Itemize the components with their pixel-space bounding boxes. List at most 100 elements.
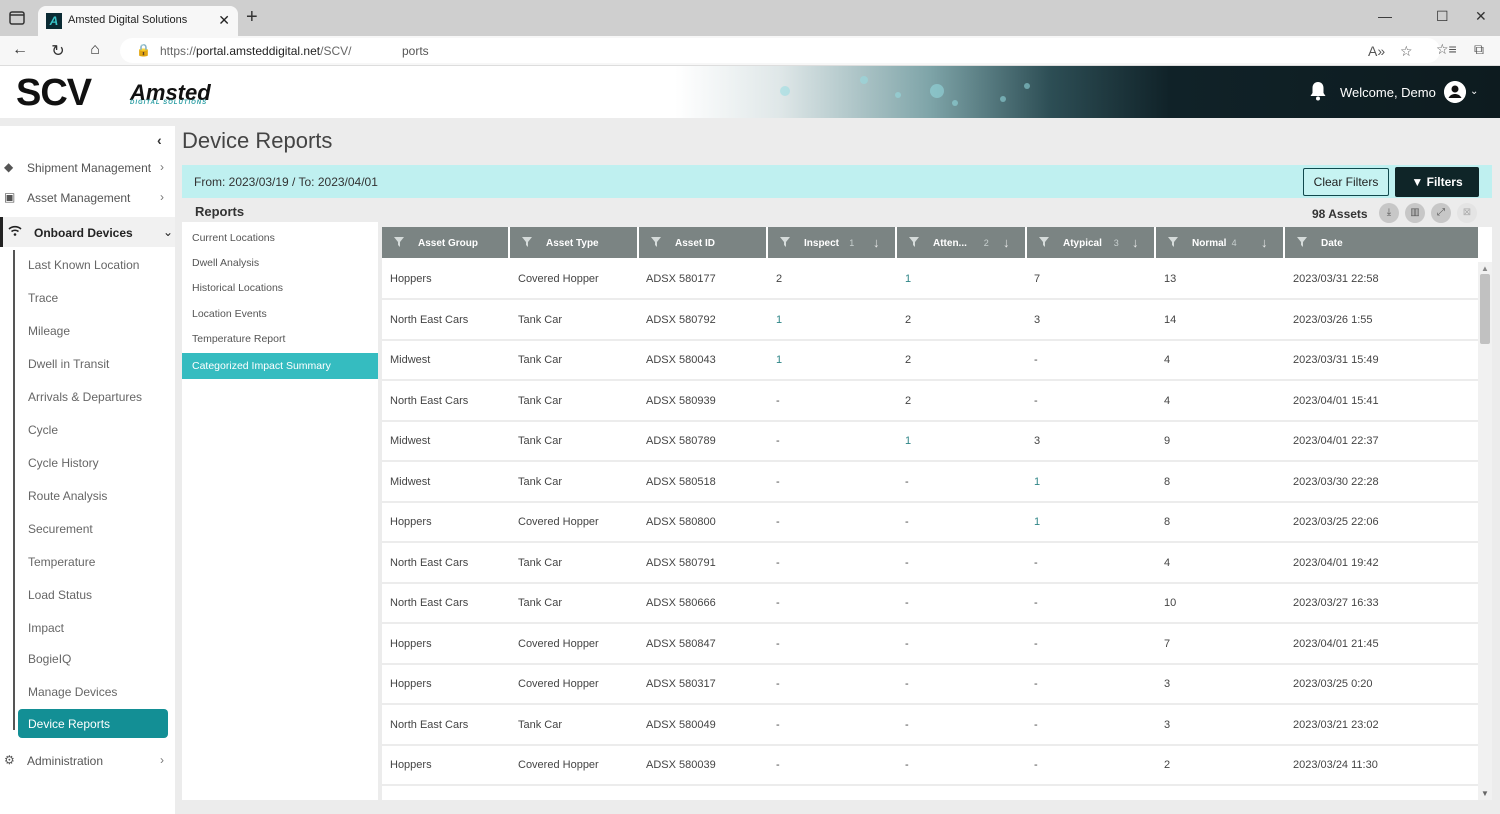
sidebar-item-manage-devices[interactable]: Manage Devices	[28, 685, 117, 699]
column-filter-icon[interactable]	[522, 237, 532, 247]
home-icon[interactable]: ⌂	[85, 41, 105, 59]
minimize-icon[interactable]: —	[1378, 8, 1392, 24]
column-header-asset-id[interactable]: Asset ID	[639, 227, 766, 258]
sort-arrow-icon[interactable]: ↓	[1003, 235, 1010, 250]
browser-tab[interactable]: A Amsted Digital Solutions ✕	[38, 6, 238, 36]
notification-bell-icon[interactable]	[1308, 80, 1328, 102]
favorites-icon[interactable]: ☆≡	[1436, 41, 1457, 58]
browser-tab-bar: A Amsted Digital Solutions ✕ + — ☐ ✕	[0, 0, 1500, 36]
sidebar-item-temperature[interactable]: Temperature	[28, 555, 95, 569]
column-filter-icon[interactable]	[651, 237, 661, 247]
column-filter-icon[interactable]	[1039, 237, 1049, 247]
close-window-icon[interactable]: ✕	[1475, 8, 1487, 25]
report-location-events[interactable]: Location Events	[192, 308, 267, 320]
sidebar-item-cycle[interactable]: Cycle	[28, 423, 58, 437]
sidebar-item-route-analysis[interactable]: Route Analysis	[28, 489, 107, 503]
scroll-thumb[interactable]	[1480, 274, 1490, 344]
cell-asset-type: Tank Car	[518, 597, 563, 609]
table-row[interactable]: North East Cars Tank Car ADSX 580792 1 2 3 14 2…	[382, 301, 1478, 341]
sidebar-item-securement[interactable]: Securement	[28, 522, 93, 536]
sidebar-item-bogieiq[interactable]: BogieIQ	[28, 652, 71, 666]
cell-asset-type: Tank Car	[518, 475, 563, 488]
filters-button[interactable]: ▼ Filters	[1395, 167, 1479, 197]
sidebar-item-arrivals-departures[interactable]: Arrivals & Departures	[28, 390, 142, 404]
column-header-normal[interactable]: Normal 4 ↓	[1156, 227, 1283, 258]
table-scrollbar[interactable]: ▲ ▼	[1478, 262, 1492, 800]
table-row[interactable]: North East Cars Tank Car ADSX 580049 - - - 3 20…	[382, 706, 1478, 746]
cell-atypical: 1	[1034, 475, 1041, 488]
column-filter-icon[interactable]	[909, 237, 919, 247]
read-aloud-icon[interactable]: A»	[1368, 43, 1385, 59]
collapse-sidebar-icon[interactable]: ‹	[157, 132, 162, 148]
report-dwell-analysis[interactable]: Dwell Analysis	[192, 257, 259, 269]
sidebar-item-asset-management[interactable]: ▣ Asset Management ›	[0, 182, 175, 212]
column-filter-icon[interactable]	[394, 237, 404, 247]
report-current-locations[interactable]: Current Locations	[192, 232, 275, 244]
sidebar-item-onboard-devices[interactable]: Onboard Devices ⌄	[0, 217, 175, 247]
column-header-atypical[interactable]: Atypical 3 ↓	[1027, 227, 1154, 258]
scv-logo[interactable]: SCV	[16, 72, 92, 115]
table-row[interactable]: Hoppers Covered Hopper ADSX 580039 - - - 2 2023…	[382, 746, 1478, 786]
add-favorite-icon[interactable]: ☆	[1400, 43, 1413, 60]
report-historical-locations[interactable]: Historical Locations	[192, 282, 283, 294]
table-row[interactable]: Hoppers Covered Hopper ADSX 580800 - - 1 8 2023…	[382, 503, 1478, 543]
table-row[interactable]: Hoppers Covered Hopper ADSX 580177 2 1 7 13 202…	[382, 260, 1478, 300]
sidebar-item-last-known-location[interactable]: Last Known Location	[28, 258, 139, 272]
new-tab-icon[interactable]: +	[246, 6, 258, 29]
column-header-atten[interactable]: Atten... 2 ↓	[897, 227, 1025, 258]
expand-icon[interactable]: ⤢	[1431, 203, 1451, 223]
sort-arrow-icon[interactable]: ↓	[1261, 235, 1268, 250]
sort-arrow-icon[interactable]: ↓	[873, 235, 880, 250]
scroll-up-icon[interactable]: ▲	[1481, 264, 1489, 273]
url-input[interactable]: 🔒 https://portal.amsteddigital.net/SCV/ …	[120, 38, 1440, 63]
sidebar-item-administration[interactable]: ⚙ Administration ›	[0, 745, 175, 775]
report-categorized-impact-summary[interactable]: Categorized Impact Summary	[182, 353, 378, 379]
table-row[interactable]: North East Cars Tank Car ADSX 580791 - - - 4 20…	[382, 544, 1478, 584]
sidebar-item-dwell-in-transit[interactable]: Dwell in Transit	[28, 357, 109, 371]
table-row[interactable]: North East Cars Tank Car ADSX 580666 - - - 10 2…	[382, 584, 1478, 624]
maximize-icon[interactable]: ☐	[1436, 8, 1449, 25]
cell-attention: 2	[905, 394, 912, 407]
report-temperature-report[interactable]: Temperature Report	[192, 333, 285, 345]
refresh-icon[interactable]: ↻	[48, 41, 68, 61]
back-icon[interactable]: ←	[10, 41, 30, 59]
column-filter-icon[interactable]	[780, 237, 790, 247]
collections-icon[interactable]: ⧉	[1474, 41, 1484, 58]
sidebar-item-cycle-history[interactable]: Cycle History	[28, 456, 99, 470]
column-header-date[interactable]: Date	[1285, 227, 1478, 258]
clear-filters-button[interactable]: Clear Filters	[1303, 168, 1389, 196]
user-avatar-icon[interactable]	[1444, 81, 1466, 103]
table-row[interactable]: Hoppers Covered Hopper ADSX 580317 - - - 3 2023…	[382, 665, 1478, 705]
columns-icon[interactable]: ▥	[1405, 203, 1425, 223]
sidebar-item-device-reports[interactable]: Device Reports	[18, 709, 168, 738]
tab-actions-icon[interactable]	[8, 9, 26, 27]
decor-dot	[952, 100, 958, 106]
sidebar-item-load-status[interactable]: Load Status	[28, 588, 92, 602]
sidebar-item-shipment-management[interactable]: ◆ Shipment Management ›	[0, 152, 175, 182]
cell-date: 2023/03/25 0:20	[1293, 678, 1373, 690]
sidebar-item-mileage[interactable]: Mileage	[28, 324, 70, 338]
scroll-down-icon[interactable]: ▼	[1481, 789, 1489, 798]
table-row[interactable]: Hoppers Covered Hopper ADSX 580847 - - - 7 2023…	[382, 625, 1478, 665]
download-icon[interactable]: ⤓	[1379, 203, 1399, 223]
column-filter-icon[interactable]	[1168, 237, 1178, 247]
column-header-inspect[interactable]: Inspect 1 ↓	[768, 227, 895, 258]
column-header-asset-group[interactable]: Asset Group	[382, 227, 508, 258]
user-menu-chevron-icon[interactable]: ⌄	[1470, 86, 1478, 97]
sort-arrow-icon[interactable]: ↓	[1132, 235, 1139, 250]
table-row[interactable]: North East Cars Tank Car ADSX 580939 - 2 - 4 20…	[382, 382, 1478, 422]
table-row[interactable]: Midwest Tank Car ADSX 580518 - - 1 8 2023/03/30…	[382, 463, 1478, 503]
close-tab-icon[interactable]: ✕	[218, 12, 230, 29]
cell-inspect: -	[776, 759, 780, 771]
sidebar-item-trace[interactable]: Trace	[28, 291, 58, 305]
table-row[interactable]: Midwest Tank Car ADSX 580789 - 1 3 9 2023/04/01…	[382, 422, 1478, 462]
cell-asset-id: ADSX 580792	[646, 313, 716, 326]
cell-asset-group: North East Cars	[390, 718, 469, 731]
column-header-label: Atten...	[933, 238, 967, 249]
column-header-asset-type[interactable]: Asset Type	[510, 227, 637, 258]
column-filter-icon[interactable]	[1297, 237, 1307, 247]
sidebar-item-impact[interactable]: Impact	[28, 621, 64, 635]
column-category-number: 2	[983, 238, 989, 248]
clear-filter-icon[interactable]: ⊠	[1457, 203, 1477, 223]
table-row[interactable]: Midwest Tank Car ADSX 580043 1 2 - 4 2023/03/31…	[382, 341, 1478, 381]
